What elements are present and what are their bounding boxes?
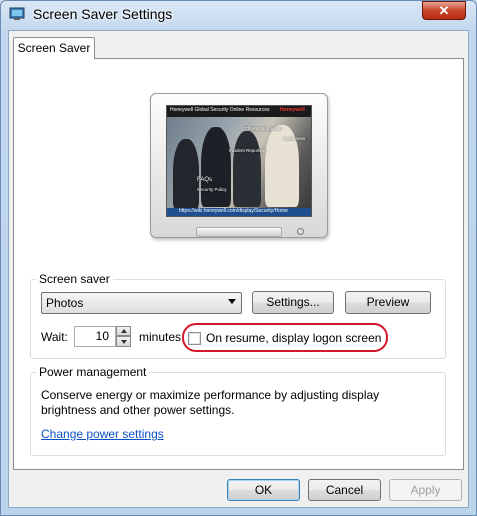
tab-screen-saver[interactable]: Screen Saver — [13, 37, 95, 59]
wait-label: Wait: — [41, 330, 68, 344]
screen-saver-app-icon — [9, 6, 25, 22]
preview-brand-logo: Honeywell — [280, 107, 305, 113]
preview-label: Awareness — [283, 136, 306, 141]
window-title: Screen Saver Settings — [33, 6, 173, 22]
settings-button[interactable]: Settings... — [252, 291, 334, 314]
preview-button[interactable]: Preview — [345, 291, 431, 314]
screen-saver-selected-value: Photos — [46, 296, 84, 310]
apply-button[interactable]: Apply — [389, 479, 462, 501]
close-button[interactable]: ✕ — [422, 1, 466, 20]
preview-label: Threat Information — [245, 126, 282, 131]
highlight-annotation — [182, 323, 388, 352]
power-management-group-title: Power management — [36, 365, 150, 379]
monitor-power-icon — [297, 228, 304, 235]
wait-decrement-button[interactable] — [116, 336, 131, 347]
close-icon: ✕ — [438, 3, 450, 18]
screen-saver-dropdown[interactable]: Photos — [41, 292, 242, 314]
preview-url: https://wiki.honeywell.com/display/Secur… — [179, 208, 288, 214]
monitor-screen-preview-image: Honeywell Global Security Online Resourc… — [166, 105, 312, 217]
preview-label: Incident Reporting — [229, 148, 266, 153]
monitor-bezel-bottom — [196, 227, 282, 237]
arrow-down-icon — [121, 340, 127, 344]
arrow-up-icon — [121, 329, 127, 333]
wait-minutes-input[interactable]: 10 — [74, 326, 116, 347]
preview-header-text: Honeywell Global Security Online Resourc… — [170, 107, 270, 113]
screen-saver-group-title: Screen saver — [36, 272, 113, 286]
change-power-settings-link[interactable]: Change power settings — [41, 427, 164, 441]
cancel-button[interactable]: Cancel — [308, 479, 381, 501]
preview-person — [233, 131, 261, 207]
chevron-down-icon — [228, 299, 236, 304]
wait-increment-button[interactable] — [116, 326, 131, 336]
ok-button[interactable]: OK — [227, 479, 300, 501]
preview-label: Security Policy — [197, 187, 227, 192]
preview-photo: Threat Information Incident Reporting Aw… — [167, 117, 311, 209]
preview-person — [201, 127, 231, 207]
preview-label: FAQs — [197, 177, 213, 183]
preview-footer-bar: https://wiki.honeywell.com/display/Secur… — [167, 208, 311, 216]
title-bar[interactable]: Screen Saver Settings ✕ — [0, 0, 477, 30]
preview-person — [173, 139, 199, 209]
minutes-label: minutes — [139, 330, 182, 344]
power-management-description: Conserve energy or maximize performance … — [41, 388, 380, 417]
preview-header-bar: Honeywell Global Security Online Resourc… — [167, 106, 311, 117]
